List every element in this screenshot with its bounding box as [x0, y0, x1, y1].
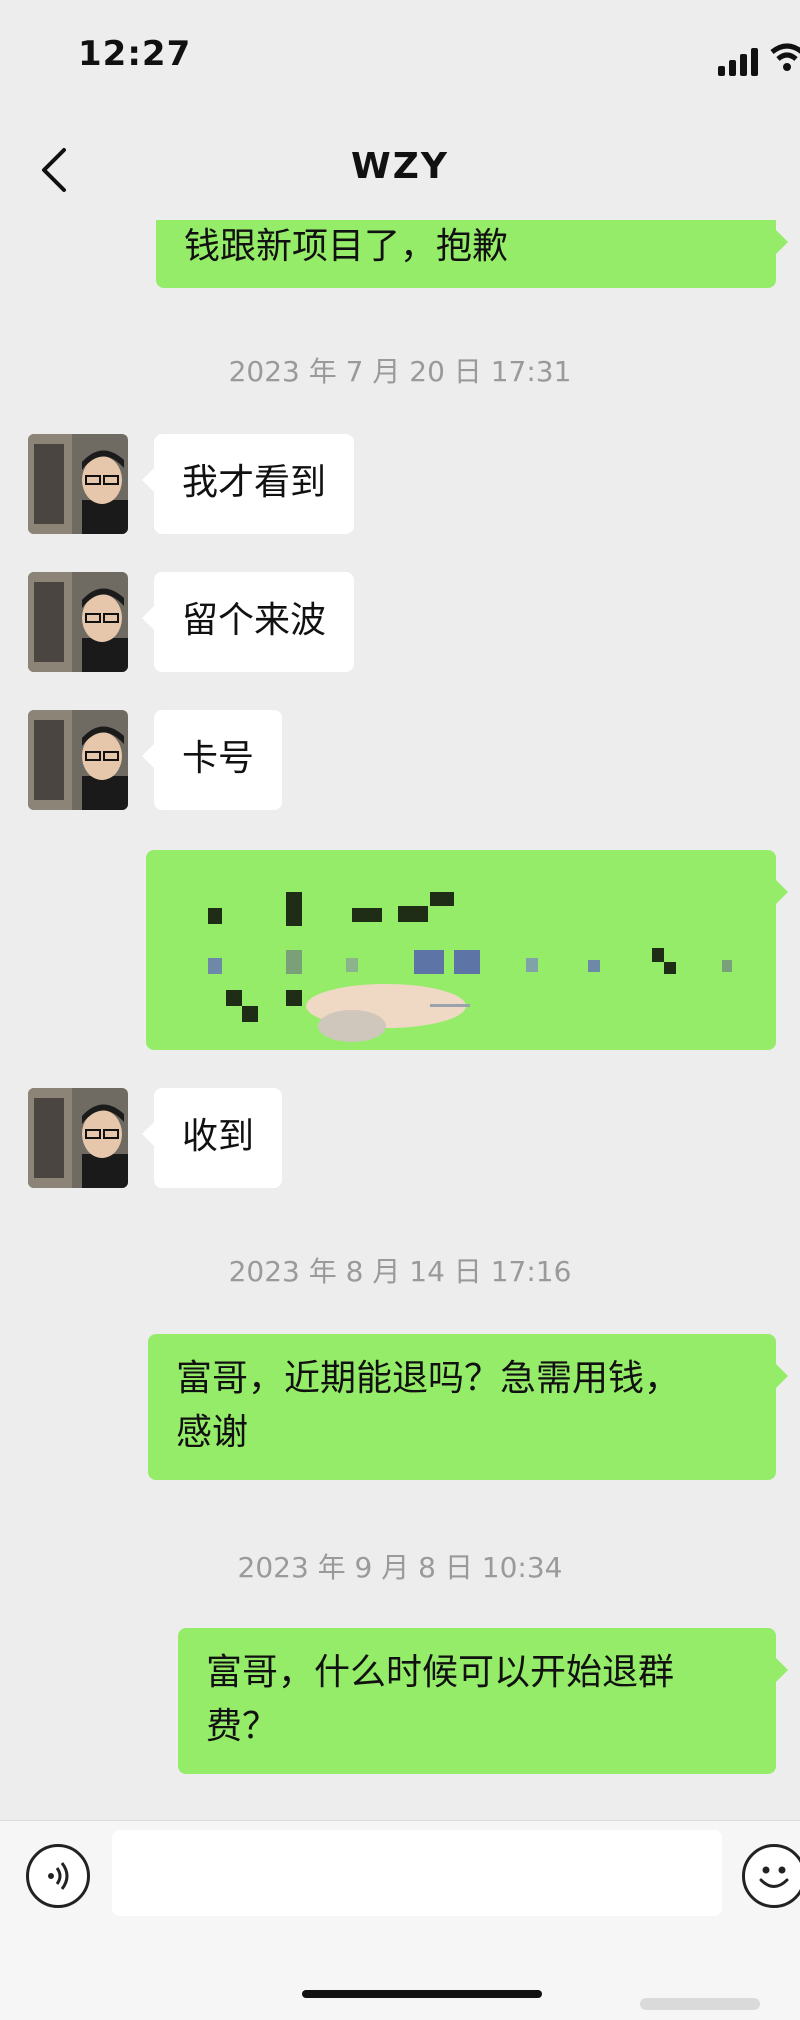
message-bubble-redacted[interactable]: [146, 850, 788, 1050]
voice-button[interactable]: [26, 1844, 90, 1908]
message-text: 卡号: [182, 738, 255, 779]
chat-area[interactable]: 钱跟新项目了，抱歉 2023 年 7 月 20 日 17:31 我才看到 留个来…: [0, 0, 800, 1820]
status-time: 12:27: [78, 34, 192, 74]
message-text-line: 富哥，什么时候可以开始退群: [206, 1652, 675, 1693]
message-bubble-incoming[interactable]: 收到: [141, 1088, 283, 1188]
avatar-image: [28, 572, 128, 672]
avatar[interactable]: [28, 710, 128, 810]
message-bubble-outgoing[interactable]: 富哥，近期能退吗？急需用钱， 感谢: [148, 1334, 788, 1480]
avatar-image: [28, 1088, 128, 1188]
signal-icon: [718, 48, 758, 76]
avatar-image: [28, 710, 128, 810]
timestamp: 2023 年 7 月 20 日 17:31: [228, 355, 572, 388]
timestamp: 2023 年 9 月 8 日 10:34: [237, 1551, 563, 1584]
message-text: 我才看到: [182, 462, 327, 503]
message-text-line: 费？: [206, 1706, 279, 1747]
voice-icon: [48, 1862, 69, 1890]
avatar[interactable]: [28, 572, 128, 672]
message-text-line: 感谢: [176, 1412, 249, 1453]
message-input[interactable]: [112, 1830, 722, 1916]
message-bubble-incoming[interactable]: 留个来波: [141, 572, 355, 672]
emoji-button[interactable]: [742, 1844, 800, 1908]
emoji-icon: [759, 1866, 789, 1888]
message-text: 钱跟新项目了，抱歉: [184, 226, 509, 267]
message-bubble-incoming[interactable]: 我才看到: [141, 434, 355, 534]
message-bubble-outgoing[interactable]: 富哥，什么时候可以开始退群 费？: [178, 1628, 788, 1774]
avatar-image: [28, 434, 128, 534]
message-bubble-incoming[interactable]: 卡号: [141, 710, 283, 810]
avatar[interactable]: [28, 1088, 128, 1188]
message-text-line: 富哥，近期能退吗？急需用钱，: [176, 1358, 681, 1399]
home-indicator: [302, 1990, 542, 1998]
wifi-icon: [770, 43, 800, 71]
avatar[interactable]: [28, 434, 128, 534]
message-text: 收到: [182, 1116, 255, 1157]
timestamp: 2023 年 8 月 14 日 17:16: [228, 1255, 572, 1288]
chat-title: WZY: [351, 146, 449, 187]
watermark: [640, 1998, 760, 2010]
message-text: 留个来波: [182, 600, 327, 641]
redaction-mosaic: [208, 892, 732, 1042]
